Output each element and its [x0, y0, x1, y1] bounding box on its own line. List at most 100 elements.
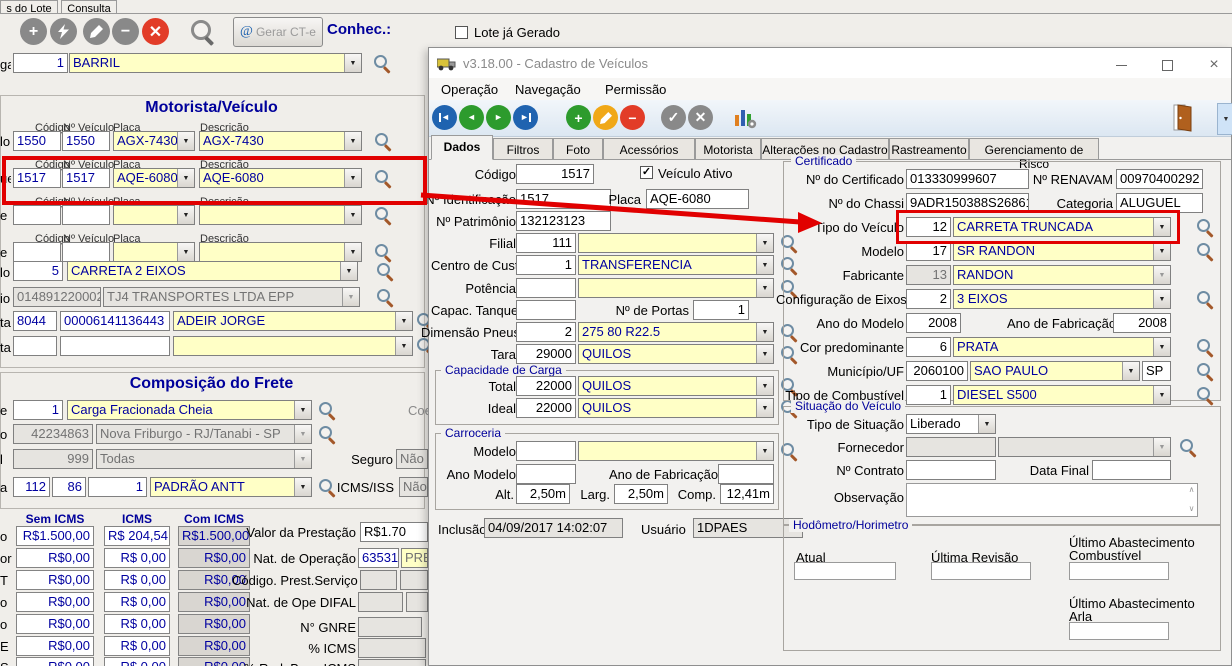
- eixos-code-field[interactable]: 2: [906, 289, 951, 309]
- nav-last-button[interactable]: ►: [513, 105, 538, 130]
- chevron-down-icon[interactable]: ▼: [294, 401, 311, 419]
- chevron-down-icon[interactable]: ▼: [294, 478, 311, 496]
- patrimonio-field[interactable]: 132123123: [516, 211, 611, 231]
- nav-next-button[interactable]: ►: [486, 105, 511, 130]
- chevron-down-icon[interactable]: ▼: [1122, 362, 1139, 380]
- chevron-down-icon[interactable]: ▼: [395, 337, 412, 355]
- tab-dados[interactable]: Dados: [431, 135, 493, 160]
- cor-search-icon[interactable]: [1196, 338, 1215, 357]
- add-button[interactable]: +: [20, 18, 47, 45]
- close-button[interactable]: ×: [1199, 56, 1229, 74]
- combustivel-code-field[interactable]: 1: [906, 385, 951, 405]
- chevron-down-icon[interactable]: ▼: [344, 206, 361, 224]
- maximize-button[interactable]: [1152, 56, 1182, 74]
- chevron-down-icon[interactable]: ▼: [344, 54, 361, 72]
- tab-filtros[interactable]: Filtros: [493, 138, 553, 160]
- placa-field[interactable]: AQE-6080: [646, 189, 749, 209]
- carga-code-field[interactable]: 1: [13, 53, 68, 73]
- portas-field[interactable]: 1: [693, 300, 749, 320]
- sem-icms-cell[interactable]: R$0,00: [16, 592, 94, 612]
- row-search-icon[interactable]: [318, 401, 337, 420]
- chevron-down-icon[interactable]: ▼: [756, 256, 773, 274]
- remove-button[interactable]: −: [112, 18, 139, 45]
- tabela-combo[interactable]: PADRÃO ANTT▼: [150, 477, 312, 497]
- placa-combo[interactable]: ▼: [113, 242, 195, 262]
- main-tab-consulta[interactable]: Consulta: [61, 0, 117, 14]
- modelo-combo[interactable]: SR RANDON▼: [953, 241, 1171, 261]
- motorista-combo[interactable]: ADEIR JORGE▼: [173, 311, 413, 331]
- gerar-cte-button[interactable]: @ Gerar CT-e: [233, 17, 323, 47]
- ideal-combo[interactable]: QUILOS▼: [578, 398, 774, 418]
- tab-gerenciamento-risco[interactable]: Gerenciamento de Risco: [969, 138, 1099, 160]
- chevron-down-icon[interactable]: ▼: [344, 132, 361, 150]
- row-search-icon[interactable]: [376, 262, 395, 281]
- sem-icms-cell[interactable]: R$1.500,00: [16, 526, 94, 546]
- dimensao-code-field[interactable]: 2: [516, 322, 576, 342]
- carroceria-modelo-combo[interactable]: ▼: [578, 441, 774, 461]
- exit-button[interactable]: [1173, 104, 1193, 132]
- chevron-down-icon[interactable]: ▼: [756, 234, 773, 252]
- dialog-titlebar[interactable]: v3.18.00 - Cadastro de Veículos ×: [429, 48, 1231, 78]
- row-search-icon[interactable]: [374, 243, 393, 262]
- sem-icms-cell[interactable]: R$0,00: [16, 614, 94, 634]
- icms-cell[interactable]: R$ 0,00: [104, 570, 170, 590]
- carga-combo[interactable]: BARRIL▼: [69, 53, 362, 73]
- cert-ano-fabricacao-field[interactable]: 2008: [1113, 313, 1171, 333]
- motorista-code-field[interactable]: [13, 336, 57, 356]
- num-veiculo-field[interactable]: [62, 242, 110, 262]
- edit-button[interactable]: [83, 18, 110, 45]
- ano-fabricacao-field[interactable]: [718, 464, 774, 484]
- municipio-search-icon[interactable]: [1196, 362, 1215, 381]
- chevron-down-icon[interactable]: ▼: [756, 345, 773, 363]
- menu-permissao[interactable]: Permissão: [601, 81, 670, 98]
- modelo-code-field[interactable]: 17: [906, 241, 951, 261]
- num-veiculo-field[interactable]: [62, 205, 110, 225]
- sem-icms-cell[interactable]: R$0,00: [16, 548, 94, 568]
- tara-combo[interactable]: QUILOS▼: [578, 344, 774, 364]
- nat-operacao-code-field[interactable]: 635312: [358, 548, 399, 568]
- municipio-combo[interactable]: SAO PAULO▼: [970, 361, 1140, 381]
- delete-record-button[interactable]: −: [620, 105, 645, 130]
- larg-field[interactable]: 2,50m: [614, 484, 668, 504]
- icms-cell[interactable]: R$ 0,00: [104, 614, 170, 634]
- comp-field[interactable]: 12,41m: [720, 484, 774, 504]
- chevron-down-icon[interactable]: ▼: [756, 442, 773, 460]
- veiculo-ativo-checkbox[interactable]: [640, 166, 653, 179]
- codigo-field[interactable]: [13, 205, 61, 225]
- row-search-icon[interactable]: [376, 288, 395, 307]
- row-search-icon[interactable]: [318, 425, 337, 444]
- descricao-combo[interactable]: ▼: [199, 205, 362, 225]
- num-veiculo-field[interactable]: 1550: [62, 131, 110, 151]
- tab-rastreamento[interactable]: Rastreamento: [889, 138, 969, 160]
- renavam-field[interactable]: 00970400292: [1116, 169, 1203, 189]
- tabela-f2-field[interactable]: 86: [52, 477, 86, 497]
- tabela-f3-field[interactable]: 1: [88, 477, 147, 497]
- eixos-combo[interactable]: 3 EIXOS▼: [953, 289, 1171, 309]
- icms-cell[interactable]: R$ 0,00: [104, 592, 170, 612]
- data-final-field[interactable]: [1092, 460, 1171, 480]
- alt-field[interactable]: 2,50m: [516, 484, 570, 504]
- chevron-down-icon[interactable]: ▼: [756, 323, 773, 341]
- cancel-record-button[interactable]: ✕: [688, 105, 713, 130]
- menu-operacao[interactable]: Operação: [437, 81, 502, 98]
- ultimo-abastecimento-arla-field[interactable]: [1069, 622, 1169, 640]
- modelo-search-icon[interactable]: [1196, 242, 1215, 261]
- atual-field[interactable]: [794, 562, 896, 580]
- nav-first-button[interactable]: ◄: [432, 105, 457, 130]
- combustivel-search-icon[interactable]: [1196, 386, 1215, 405]
- total-code-field[interactable]: 22000: [516, 376, 576, 396]
- carga-tipo-code-field[interactable]: 1: [13, 400, 63, 420]
- potencia-field[interactable]: [516, 278, 576, 298]
- cor-combo[interactable]: PRATA▼: [953, 337, 1171, 357]
- observacao-textarea[interactable]: [906, 483, 1198, 517]
- tara-code-field[interactable]: 29000: [516, 344, 576, 364]
- valor-prestacao-field[interactable]: R$1.70: [360, 522, 428, 542]
- motorista-code-field[interactable]: 8044: [13, 311, 57, 331]
- chevron-down-icon[interactable]: ▼: [1153, 386, 1170, 404]
- codigo-field[interactable]: [13, 242, 61, 262]
- placa-combo[interactable]: AGX-7430▼: [113, 131, 195, 151]
- descricao-combo[interactable]: AGX-7430▼: [199, 131, 362, 151]
- scroll-up-icon[interactable]: ∧: [1185, 485, 1198, 495]
- ano-modelo-field[interactable]: [516, 464, 576, 484]
- uf-field[interactable]: SP: [1142, 361, 1171, 381]
